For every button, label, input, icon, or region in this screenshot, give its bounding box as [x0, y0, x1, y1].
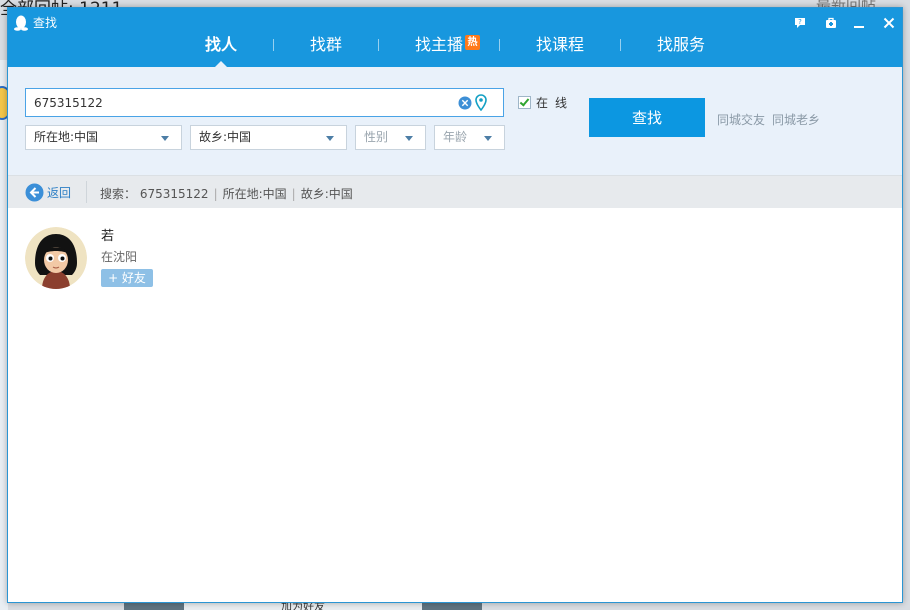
- user-location: 在沈阳: [101, 250, 138, 264]
- chevron-down-icon: [161, 136, 169, 141]
- tab-separator: [620, 39, 621, 51]
- search-summary-query: 675315122: [139, 187, 209, 201]
- user-name[interactable]: 若: [101, 225, 114, 244]
- checkmark-icon: [519, 95, 530, 107]
- chevron-down-icon: [405, 136, 413, 141]
- back-button[interactable]: 返回: [25, 182, 71, 202]
- search-input[interactable]: [34, 89, 454, 116]
- search-summary-hometown: 故乡:中国: [300, 187, 353, 201]
- breadcrumb: 返回 搜索： 675315122 | 所在地:中国 | 故乡:中国: [8, 175, 902, 208]
- minimize-icon[interactable]: [849, 14, 869, 32]
- list-item: 若 在沈阳 + 好友: [25, 225, 325, 295]
- svg-text:?: ?: [798, 18, 802, 26]
- window-title: 查找: [33, 16, 58, 30]
- search-panel: 在线 查找 同城交友 同城老乡 所在地:中国 故乡:中国 性别 年龄: [8, 67, 902, 175]
- chevron-down-icon: [484, 136, 492, 141]
- hometown-dropdown-value: 故乡:中国: [199, 130, 252, 144]
- search-button[interactable]: 查找: [589, 98, 705, 137]
- gender-dropdown[interactable]: 性别: [355, 125, 426, 150]
- tab-find-courses[interactable]: 找课程: [536, 32, 584, 58]
- close-icon[interactable]: [879, 14, 899, 32]
- tab-separator: [378, 39, 379, 51]
- age-dropdown[interactable]: 年龄: [434, 125, 505, 150]
- tab-separator: [273, 39, 274, 51]
- feedback-icon[interactable]: ?: [790, 14, 810, 32]
- clear-icon[interactable]: [458, 96, 472, 110]
- search-summary-location: 所在地:中国: [222, 187, 287, 201]
- location-dropdown-value: 所在地:中国: [34, 130, 99, 144]
- search-summary: 搜索： 675315122 | 所在地:中国 | 故乡:中国: [100, 187, 353, 201]
- search-box: [25, 88, 504, 117]
- chevron-down-icon: [326, 136, 334, 141]
- age-dropdown-value: 年龄: [443, 130, 468, 144]
- add-friend-button[interactable]: + 好友: [101, 269, 153, 287]
- tab-find-groups[interactable]: 找群: [310, 32, 342, 58]
- skin-icon[interactable]: [821, 14, 841, 32]
- tab-find-streamers[interactable]: 找主播热: [415, 32, 481, 58]
- tab-bar: 找人 找群 找主播热 找课程 找服务: [8, 32, 902, 67]
- hometown-dropdown[interactable]: 故乡:中国: [190, 125, 347, 150]
- penguin-logo-icon: [14, 15, 28, 31]
- location-pin-icon[interactable]: [475, 94, 487, 111]
- tab-find-streamers-label: 找主播: [415, 35, 464, 54]
- results-list: 若 在沈阳 + 好友: [8, 208, 902, 602]
- tab-separator: [499, 39, 500, 51]
- hot-badge: 热: [465, 35, 481, 50]
- online-checkbox[interactable]: 在线: [518, 94, 574, 110]
- gender-dropdown-value: 性别: [364, 130, 389, 144]
- checkbox-box[interactable]: [518, 95, 531, 109]
- back-arrow-icon: [25, 183, 44, 201]
- same-city-friends-link[interactable]: 同城交友: [717, 111, 765, 128]
- same-city-hometown-link[interactable]: 同城老乡: [772, 111, 820, 128]
- online-label: 在线: [536, 95, 575, 110]
- location-dropdown[interactable]: 所在地:中国: [25, 125, 182, 150]
- tab-find-services[interactable]: 找服务: [657, 32, 705, 58]
- search-summary-prefix: 搜索：: [100, 187, 137, 201]
- avatar[interactable]: [25, 227, 87, 289]
- breadcrumb-divider: [86, 181, 87, 203]
- find-window: 查找 ? 找人 找群 找主播热 找课程 找服务 675315122 在线 查找 …: [7, 7, 903, 603]
- back-label: 返回: [47, 185, 72, 200]
- titlebar: 查找 ? 找人 找群 找主播热 找课程 找服务: [8, 8, 902, 67]
- tab-find-people[interactable]: 找人: [205, 32, 237, 58]
